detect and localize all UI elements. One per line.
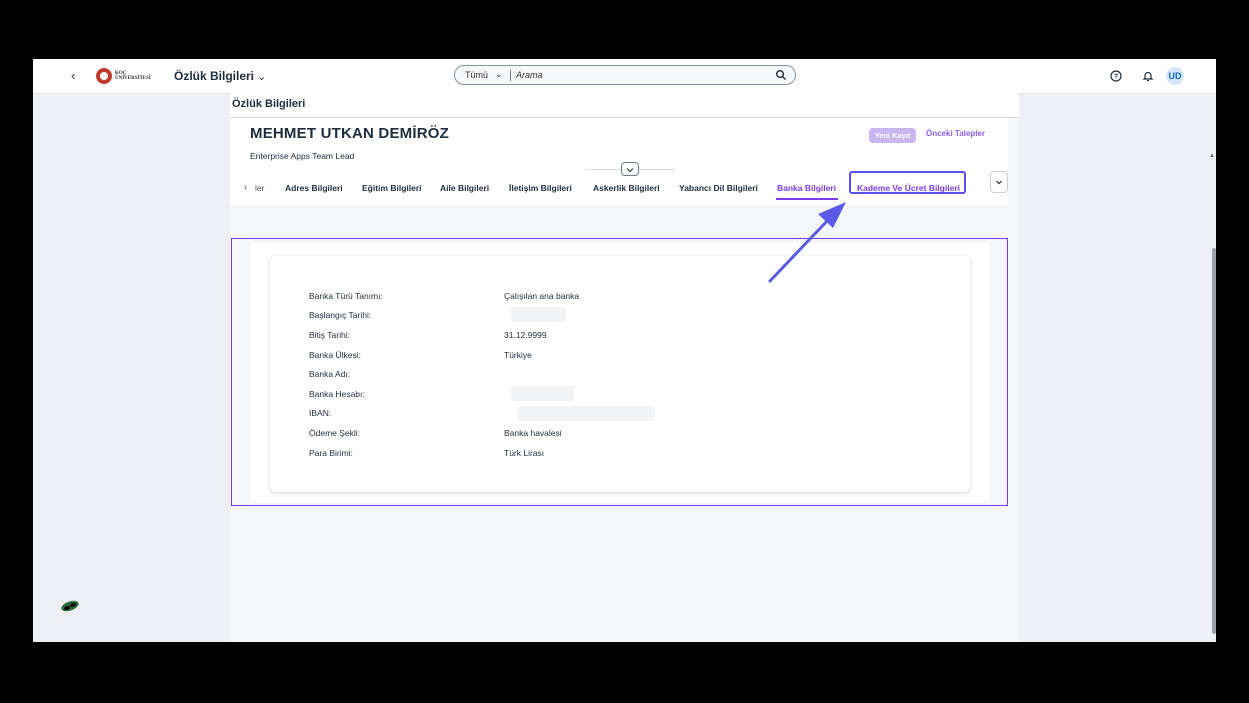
- previous-requests-button[interactable]: Önceki Talepler: [926, 129, 985, 138]
- redacted-value: [511, 307, 566, 322]
- field-label: Başlangıç Tarihi:: [309, 310, 372, 320]
- svg-text:?: ?: [1114, 74, 1118, 81]
- field-row: IBAN:: [309, 406, 909, 422]
- search-bar: Tümü ⌄ Arama: [454, 65, 796, 85]
- search-scope-select[interactable]: Tümü: [465, 70, 488, 80]
- field-row: Bitiş Tarihi: 31.12.9999: [309, 330, 909, 344]
- field-label: Banka Türü Tanımı:: [309, 291, 383, 301]
- page-header: Özlük Bilgileri: [230, 93, 1019, 118]
- help-icon[interactable]: ?: [1110, 70, 1122, 82]
- tab-bank-info[interactable]: Banka Bilgileri: [777, 183, 836, 193]
- tab-address-info[interactable]: Adres Bilgileri: [285, 183, 343, 193]
- app-screen: ‹ KOÇ ÜNİVERSİTESİ Özlük Bilgileri ⌄ Tümü…: [33, 59, 1216, 642]
- new-record-button[interactable]: Yeni Kayıt: [869, 128, 916, 143]
- field-value: Çalışılan ana banka: [504, 291, 580, 301]
- field-label: IBAN:: [309, 408, 332, 418]
- redacted-value: [517, 406, 655, 421]
- redacted-value: [511, 386, 574, 401]
- header-divider: [639, 169, 675, 170]
- tab-overflow-button[interactable]: [990, 171, 1008, 193]
- user-avatar[interactable]: UD: [1166, 67, 1184, 85]
- employee-name: MEHMET UTKAN DEMİRÖZ: [250, 125, 449, 142]
- collapse-header-button[interactable]: [621, 162, 639, 176]
- chevron-down-icon: [996, 180, 1002, 185]
- tab-education-info[interactable]: Eğitim Bilgileri: [362, 183, 422, 193]
- field-label: Banka Hesabı:: [309, 389, 365, 399]
- field-row: Para Birimi: Türk Lirası: [309, 448, 909, 462]
- chevron-down-icon[interactable]: ⌄: [495, 69, 503, 80]
- field-value: Türkiye: [504, 350, 532, 360]
- tab-truncated[interactable]: ler: [255, 183, 264, 193]
- logo-mark-icon: [96, 68, 112, 84]
- back-chevron-icon[interactable]: ‹: [71, 68, 75, 83]
- field-value: Banka havalesi: [504, 428, 562, 438]
- bell-icon[interactable]: [1142, 70, 1154, 82]
- app-title: Özlük Bilgileri: [174, 69, 255, 83]
- field-row: Banka Türü Tanımı: Çalışılan ana banka: [309, 291, 909, 305]
- search-icon[interactable]: [775, 69, 787, 81]
- shell-bar: ‹ KOÇ ÜNİVERSİTESİ Özlük Bilgileri ⌄ Tümü…: [33, 59, 1216, 94]
- field-row: Banka Adı:: [309, 369, 909, 383]
- field-row: Banka Ülkesi: Türkiye: [309, 350, 909, 364]
- logo-text: KOÇ ÜNİVERSİTESİ: [115, 70, 151, 82]
- field-label: Banka Ülkesi:: [309, 350, 361, 360]
- scroll-tabs-left-icon[interactable]: ‹: [244, 182, 247, 193]
- tab-family-info[interactable]: Aile Bilgileri: [440, 183, 489, 193]
- field-row: Ödeme Şekli: Banka havalesi: [309, 428, 909, 442]
- search-divider: [510, 70, 511, 81]
- field-value: Türk Lirası: [504, 448, 545, 458]
- field-label: Para Birimi:: [309, 448, 353, 458]
- chevron-down-icon: ⌄: [257, 71, 267, 83]
- field-label: Banka Adı:: [309, 369, 351, 379]
- field-label: Bitiş Tarihi:: [309, 330, 350, 340]
- tab-grade-and-salary-info[interactable]: Kademe Ve Ücret Bilgileri: [857, 183, 960, 193]
- scroll-up-icon[interactable]: ▲: [1209, 153, 1215, 159]
- employee-role: Enterprise Apps Team Lead: [250, 151, 355, 161]
- bank-info-card: Banka Türü Tanımı: Çalışılan ana banka B…: [270, 256, 970, 492]
- active-tab-indicator: [776, 198, 838, 200]
- tab-military-info[interactable]: Askerlik Bilgileri: [593, 183, 660, 193]
- employee-header: MEHMET UTKAN DEMİRÖZ Enterprise Apps Tea…: [230, 118, 1008, 205]
- page-title: Özlük Bilgileri: [232, 98, 306, 110]
- university-logo[interactable]: KOÇ ÜNİVERSİTESİ: [96, 68, 151, 84]
- search-input[interactable]: Arama: [516, 70, 543, 80]
- tab-bar: ‹ ler Adres Bilgileri Eğitim Bilgileri A…: [230, 171, 1008, 206]
- tab-contact-info[interactable]: İletişim Bilgileri: [509, 183, 572, 193]
- app-title-menu[interactable]: Özlük Bilgileri ⌄: [174, 69, 266, 83]
- field-label: Ödeme Şekli:: [309, 428, 361, 438]
- tab-foreign-language-info[interactable]: Yabancı Dil Bilgileri: [679, 183, 758, 193]
- vertical-scrollbar[interactable]: [1212, 248, 1216, 634]
- field-row: Banka Hesabı:: [309, 386, 909, 403]
- corner-brand-icon: [58, 600, 79, 620]
- field-row: Başlangıç Tarihi:: [309, 307, 909, 324]
- header-divider: [585, 169, 621, 170]
- page-content: Özlük Bilgileri MEHMET UTKAN DEMİRÖZ Ent…: [230, 93, 1216, 642]
- chevron-down-icon: [626, 168, 634, 173]
- field-value: 31.12.9999: [504, 330, 547, 340]
